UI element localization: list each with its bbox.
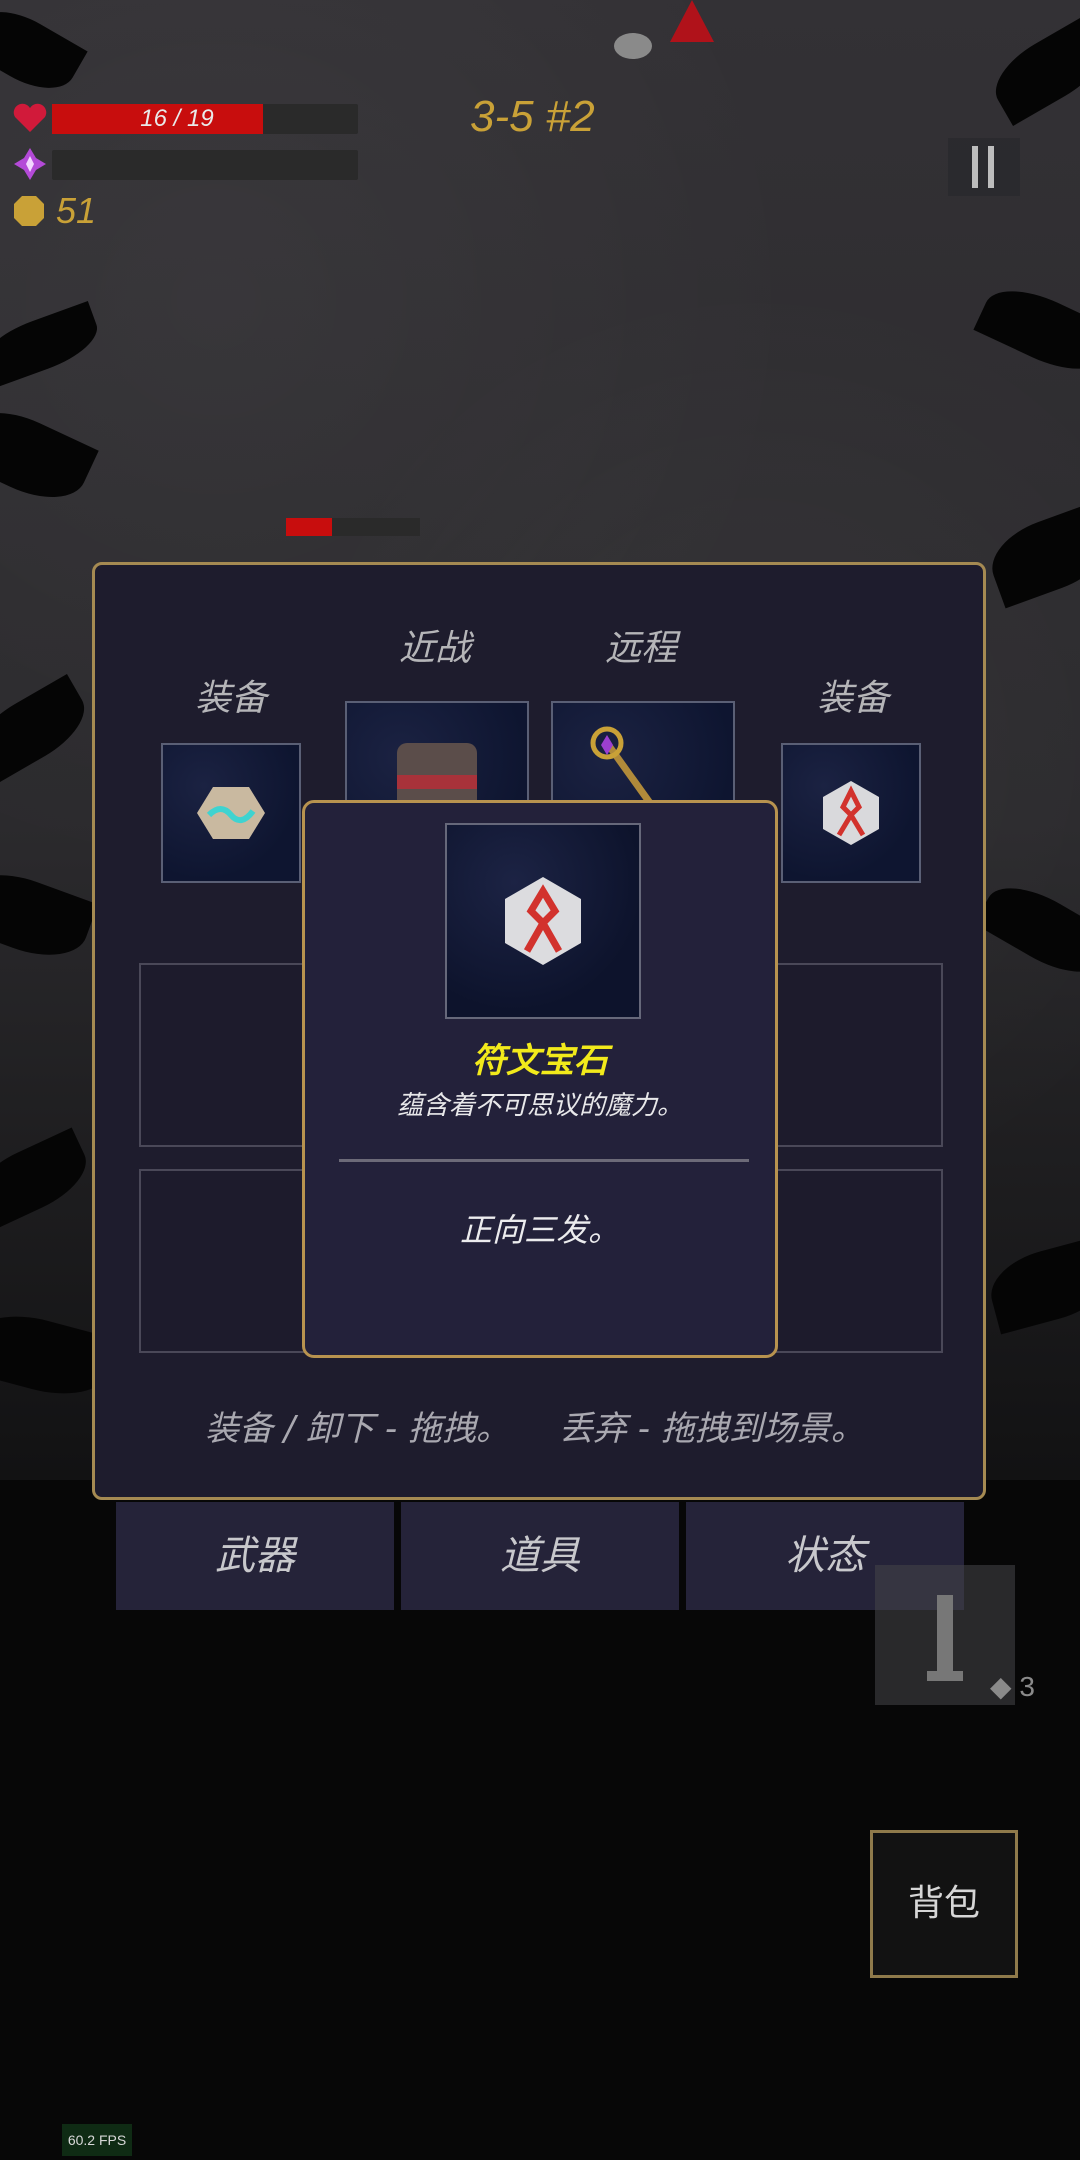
pause-bar-left: [972, 146, 978, 188]
rock-icon: [614, 33, 652, 59]
enemy-hp-bar: [286, 518, 420, 536]
tooltip-divider: [339, 1159, 749, 1162]
tooltip-item-description: 蕴含着不可思议的魔力。: [396, 1091, 683, 1121]
enemy-hp-fill: [286, 518, 332, 536]
tab-items[interactable]: 道具: [401, 1502, 679, 1610]
equip-slot-right[interactable]: [781, 743, 921, 883]
tab-weapons[interactable]: 武器: [116, 1502, 394, 1610]
inventory-slot[interactable]: [139, 963, 323, 1147]
tooltip-item-name: 符文宝石: [472, 1041, 608, 1081]
coin-count: 51: [56, 190, 97, 231]
quick-item-count: ◆ 3: [990, 1671, 1035, 1702]
game-scene[interactable]: 16 / 19 51 3-5 #2 装备 近战 远程 装备 装备 / 卸下 - …: [0, 0, 1080, 2160]
player-hp-text: 16 / 19: [140, 105, 214, 132]
fps-counter: 60.2 FPS: [62, 2124, 132, 2156]
inventory-slot[interactable]: [759, 963, 943, 1147]
tooltip-item-effect: 正向三发。: [459, 1211, 620, 1249]
coin-icon: [14, 196, 44, 226]
enemy-marker-icon: [670, 0, 714, 42]
pause-button[interactable]: [948, 138, 1020, 196]
mana-crystal-icon: [14, 148, 46, 180]
hint-drop: 丢弃 - 拖拽到场景。: [559, 1409, 865, 1449]
item-tooltip: 符文宝石 蕴含着不可思议的魔力。 正向三发。: [302, 800, 778, 1358]
red-rune-gem-icon: [505, 877, 581, 965]
quick-item-count-value: 3: [1019, 1671, 1035, 1702]
player-hp-bar: 16 / 19: [52, 104, 358, 134]
inventory-slot[interactable]: [139, 1169, 323, 1353]
label-equip-right: 装备: [817, 678, 890, 719]
backpack-button[interactable]: 背包: [870, 1830, 1018, 1978]
cyan-rune-gem-icon: [197, 787, 265, 839]
label-equip-left: 装备: [195, 678, 268, 719]
level-indicator: 3-5 #2: [470, 92, 595, 141]
tooltip-item-icon-box: [445, 823, 641, 1019]
hint-equip: 装备 / 卸下 - 拖拽。: [205, 1409, 510, 1449]
label-ranged: 远程: [605, 628, 678, 669]
red-rune-gem-icon: [823, 781, 879, 845]
backpack-label: 背包: [907, 1883, 980, 1924]
right-foliage: [973, 0, 1080, 1500]
label-melee: 近战: [399, 628, 472, 669]
heart-icon: [13, 103, 47, 132]
pause-bar-right: [988, 146, 994, 188]
equip-slot-left[interactable]: [161, 743, 301, 883]
inventory-slot[interactable]: [759, 1169, 943, 1353]
player-mana-bar: [52, 150, 358, 180]
